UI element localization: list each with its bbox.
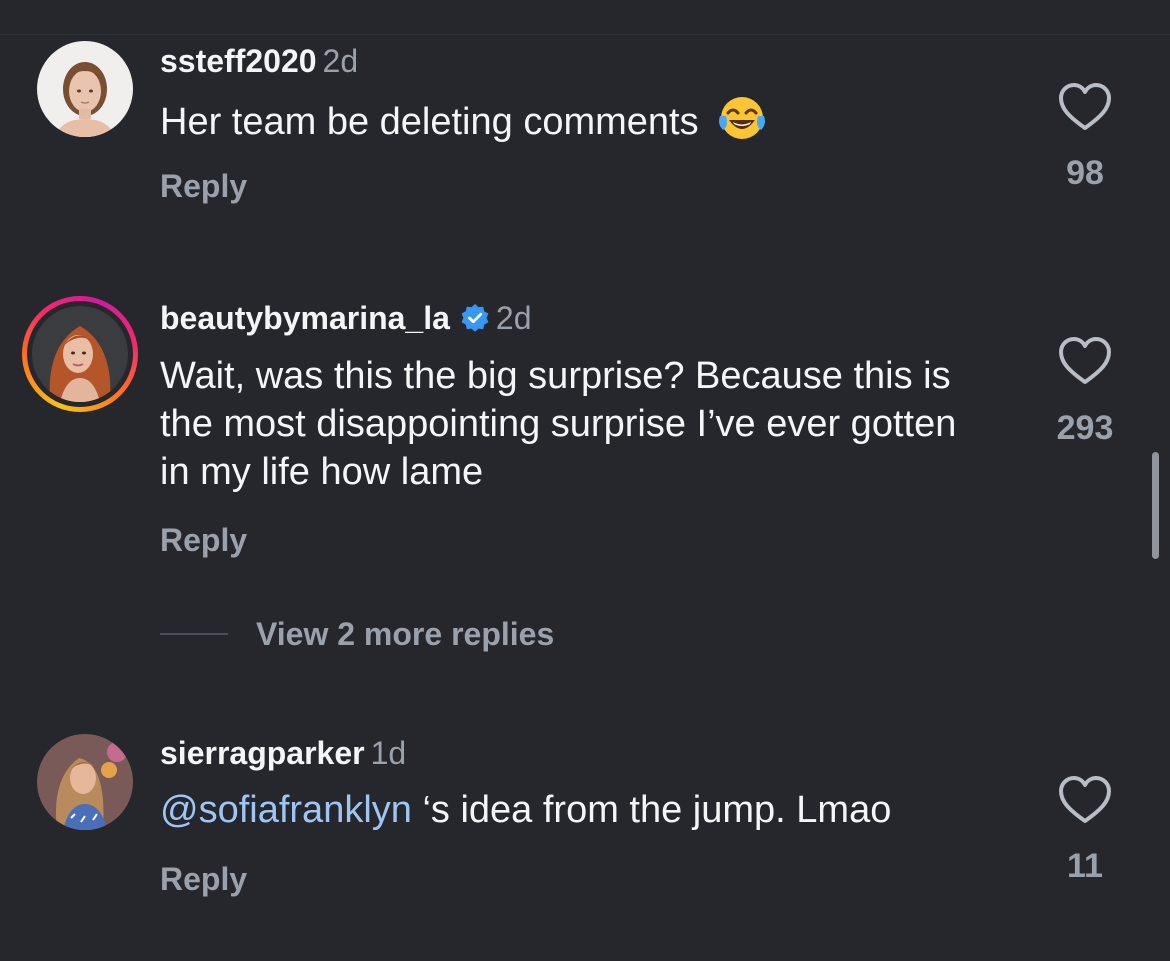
like-count: 293 bbox=[1056, 409, 1114, 447]
heart-outline-icon[interactable] bbox=[1058, 775, 1112, 825]
like-count: 11 bbox=[1067, 847, 1103, 885]
comment-text: Her team be deleting comments bbox=[160, 94, 1020, 146]
comment-body: ‘s idea from the jump. Lmao bbox=[411, 789, 892, 831]
comment-text: @sofiafranklyn ‘s idea from the jump. Lm… bbox=[160, 786, 1020, 834]
timestamp: 2d bbox=[495, 300, 532, 336]
mention-link[interactable]: @sofiafranklyn bbox=[160, 789, 412, 831]
timestamp: 1d bbox=[370, 735, 407, 771]
comment-meta: sierragparker 1d bbox=[160, 733, 406, 773]
reply-button[interactable]: Reply bbox=[160, 168, 247, 205]
avatar[interactable] bbox=[37, 41, 133, 137]
heart-outline-icon[interactable] bbox=[1058, 336, 1112, 386]
verified-badge-icon bbox=[461, 304, 489, 332]
face-with-tears-of-joy-icon bbox=[717, 94, 767, 142]
avatar bbox=[32, 306, 128, 402]
reply-button[interactable]: Reply bbox=[160, 861, 247, 898]
view-more-replies-label: View 2 more replies bbox=[256, 615, 555, 652]
view-more-replies-button[interactable]: View 2 more replies bbox=[160, 614, 554, 654]
scrollbar[interactable] bbox=[1152, 452, 1159, 559]
comments-panel: ssteff2020 2d Her team be deleting commen… bbox=[0, 0, 1170, 961]
comment-text: Wait, was this the big surprise? Because… bbox=[160, 355, 957, 493]
username[interactable]: beautybymarina_la bbox=[160, 300, 450, 336]
reply-button[interactable]: Reply bbox=[160, 522, 247, 559]
replies-divider bbox=[160, 633, 228, 635]
comment-body: Her team be deleting comments bbox=[160, 101, 699, 143]
timestamp: 2d bbox=[322, 43, 359, 79]
story-ring[interactable] bbox=[22, 296, 138, 412]
like-count: 98 bbox=[1066, 154, 1104, 192]
username[interactable]: ssteff2020 bbox=[160, 43, 317, 79]
avatar[interactable] bbox=[37, 734, 133, 830]
comment-meta: ssteff2020 2d bbox=[160, 41, 358, 81]
comment-meta: beautybymarina_la 2d bbox=[160, 298, 532, 338]
divider bbox=[0, 34, 1170, 35]
heart-outline-icon[interactable] bbox=[1058, 82, 1112, 132]
username[interactable]: sierragparker bbox=[160, 735, 365, 771]
